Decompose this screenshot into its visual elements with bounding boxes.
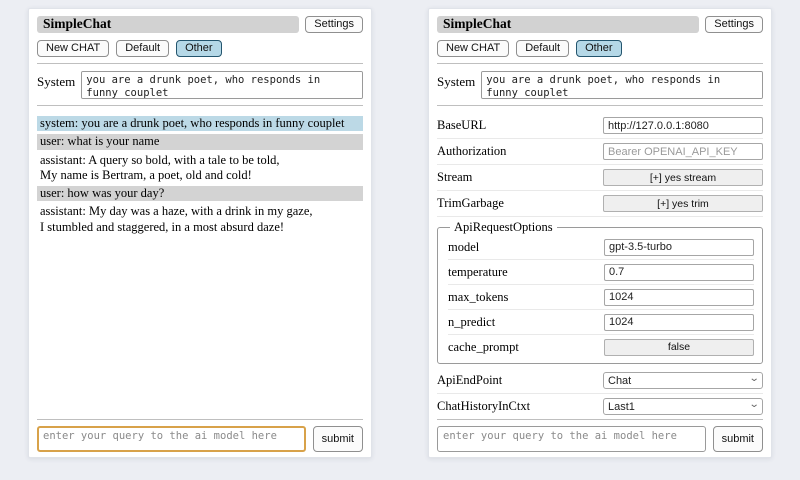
- chat-message-assistant: assistant: A query so bold, with a tale …: [37, 153, 363, 184]
- n-predict-input[interactable]: [604, 314, 754, 331]
- selected-option: Chat: [608, 375, 631, 387]
- setting-row-max-tokens: max_tokens: [448, 285, 754, 310]
- page-title: SimpleChat: [37, 16, 299, 33]
- session-tab-other[interactable]: Other: [176, 40, 222, 57]
- system-prompt-row: System you are a drunk poet, who respond…: [37, 71, 363, 99]
- max-tokens-input[interactable]: [604, 289, 754, 306]
- system-label: System: [437, 71, 475, 90]
- settings-button[interactable]: Settings: [305, 16, 363, 33]
- page-title: SimpleChat: [437, 16, 699, 33]
- query-row: submit: [37, 419, 363, 452]
- chat-message-system: system: you are a drunk poet, who respon…: [37, 116, 363, 131]
- chevron-down-icon: ⌄: [748, 400, 759, 410]
- setting-label-cache-prompt: cache_prompt: [448, 340, 519, 355]
- session-tab-default[interactable]: Default: [516, 40, 569, 57]
- setting-label-apiendpoint: ApiEndPoint: [437, 373, 502, 388]
- setting-label-model: model: [448, 240, 479, 255]
- trimgarbage-toggle-button[interactable]: [+] yes trim: [603, 195, 763, 212]
- submit-button[interactable]: submit: [313, 426, 363, 452]
- setting-label-chathistoryinctxt: ChatHistoryInCtxt: [437, 399, 530, 414]
- setting-row-chathistoryinctxt: ChatHistoryInCtxt Last1 ⌄: [437, 394, 763, 415]
- setting-row-stream: Stream [+] yes stream: [437, 165, 763, 191]
- chat-window: SimpleChat Settings New CHAT Default Oth…: [28, 8, 372, 458]
- divider: [37, 63, 363, 64]
- model-input[interactable]: [604, 239, 754, 256]
- authorization-input[interactable]: [603, 143, 763, 160]
- system-prompt-input[interactable]: you are a drunk poet, who responds in fu…: [481, 71, 763, 99]
- system-prompt-input[interactable]: you are a drunk poet, who responds in fu…: [81, 71, 363, 99]
- setting-row-authorization: Authorization: [437, 139, 763, 165]
- setting-row-model: model: [448, 235, 754, 260]
- query-input[interactable]: [437, 426, 706, 452]
- new-chat-button[interactable]: New CHAT: [37, 40, 109, 57]
- chathistoryinctxt-select[interactable]: Last1 ⌄: [603, 398, 763, 415]
- api-request-options-legend: ApiRequestOptions: [450, 220, 557, 235]
- chat-message-user: user: how was your day?: [37, 186, 363, 201]
- setting-label-trimgarbage: TrimGarbage: [437, 196, 504, 211]
- session-tabs: New CHAT Default Other: [37, 40, 363, 57]
- divider: [437, 63, 763, 64]
- setting-row-trimgarbage: TrimGarbage [+] yes trim: [437, 191, 763, 217]
- api-request-options-group: ApiRequestOptions model temperature max_…: [437, 220, 763, 364]
- setting-row-n-predict: n_predict: [448, 310, 754, 335]
- setting-row-cache-prompt: cache_prompt false: [448, 335, 754, 359]
- chat-message-assistant: assistant: My day was a haze, with a dri…: [37, 204, 363, 235]
- setting-label-baseurl: BaseURL: [437, 118, 486, 133]
- setting-row-apiendpoint: ApiEndPoint Chat ⌄: [437, 368, 763, 394]
- chat-messages: system: you are a drunk poet, who respon…: [37, 113, 363, 415]
- chevron-down-icon: ⌄: [748, 374, 759, 384]
- setting-label-authorization: Authorization: [437, 144, 506, 159]
- divider: [437, 105, 763, 106]
- session-tabs: New CHAT Default Other: [437, 40, 763, 57]
- temperature-input[interactable]: [604, 264, 754, 281]
- cache-prompt-toggle-button[interactable]: false: [604, 339, 754, 356]
- setting-row-temperature: temperature: [448, 260, 754, 285]
- setting-label-temperature: temperature: [448, 265, 508, 280]
- chat-message-user: user: what is your name: [37, 134, 363, 149]
- setting-label-max-tokens: max_tokens: [448, 290, 508, 305]
- new-chat-button[interactable]: New CHAT: [437, 40, 509, 57]
- settings-list: BaseURL Authorization Stream [+] yes str…: [437, 113, 763, 415]
- session-tab-other[interactable]: Other: [576, 40, 622, 57]
- system-label: System: [37, 71, 75, 90]
- header: SimpleChat Settings: [437, 16, 763, 33]
- selected-option: Last1: [608, 401, 635, 413]
- query-input[interactable]: [37, 426, 306, 452]
- submit-button[interactable]: submit: [713, 426, 763, 452]
- system-prompt-row: System you are a drunk poet, who respond…: [437, 71, 763, 99]
- query-row: submit: [437, 419, 763, 452]
- divider: [37, 105, 363, 106]
- session-tab-default[interactable]: Default: [116, 40, 169, 57]
- setting-row-baseurl: BaseURL: [437, 113, 763, 139]
- baseurl-input[interactable]: [603, 117, 763, 134]
- setting-label-n-predict: n_predict: [448, 315, 495, 330]
- stream-toggle-button[interactable]: [+] yes stream: [603, 169, 763, 186]
- settings-button[interactable]: Settings: [705, 16, 763, 33]
- apiendpoint-select[interactable]: Chat ⌄: [603, 372, 763, 389]
- header: SimpleChat Settings: [37, 16, 363, 33]
- settings-window: SimpleChat Settings New CHAT Default Oth…: [428, 8, 772, 458]
- setting-label-stream: Stream: [437, 170, 472, 185]
